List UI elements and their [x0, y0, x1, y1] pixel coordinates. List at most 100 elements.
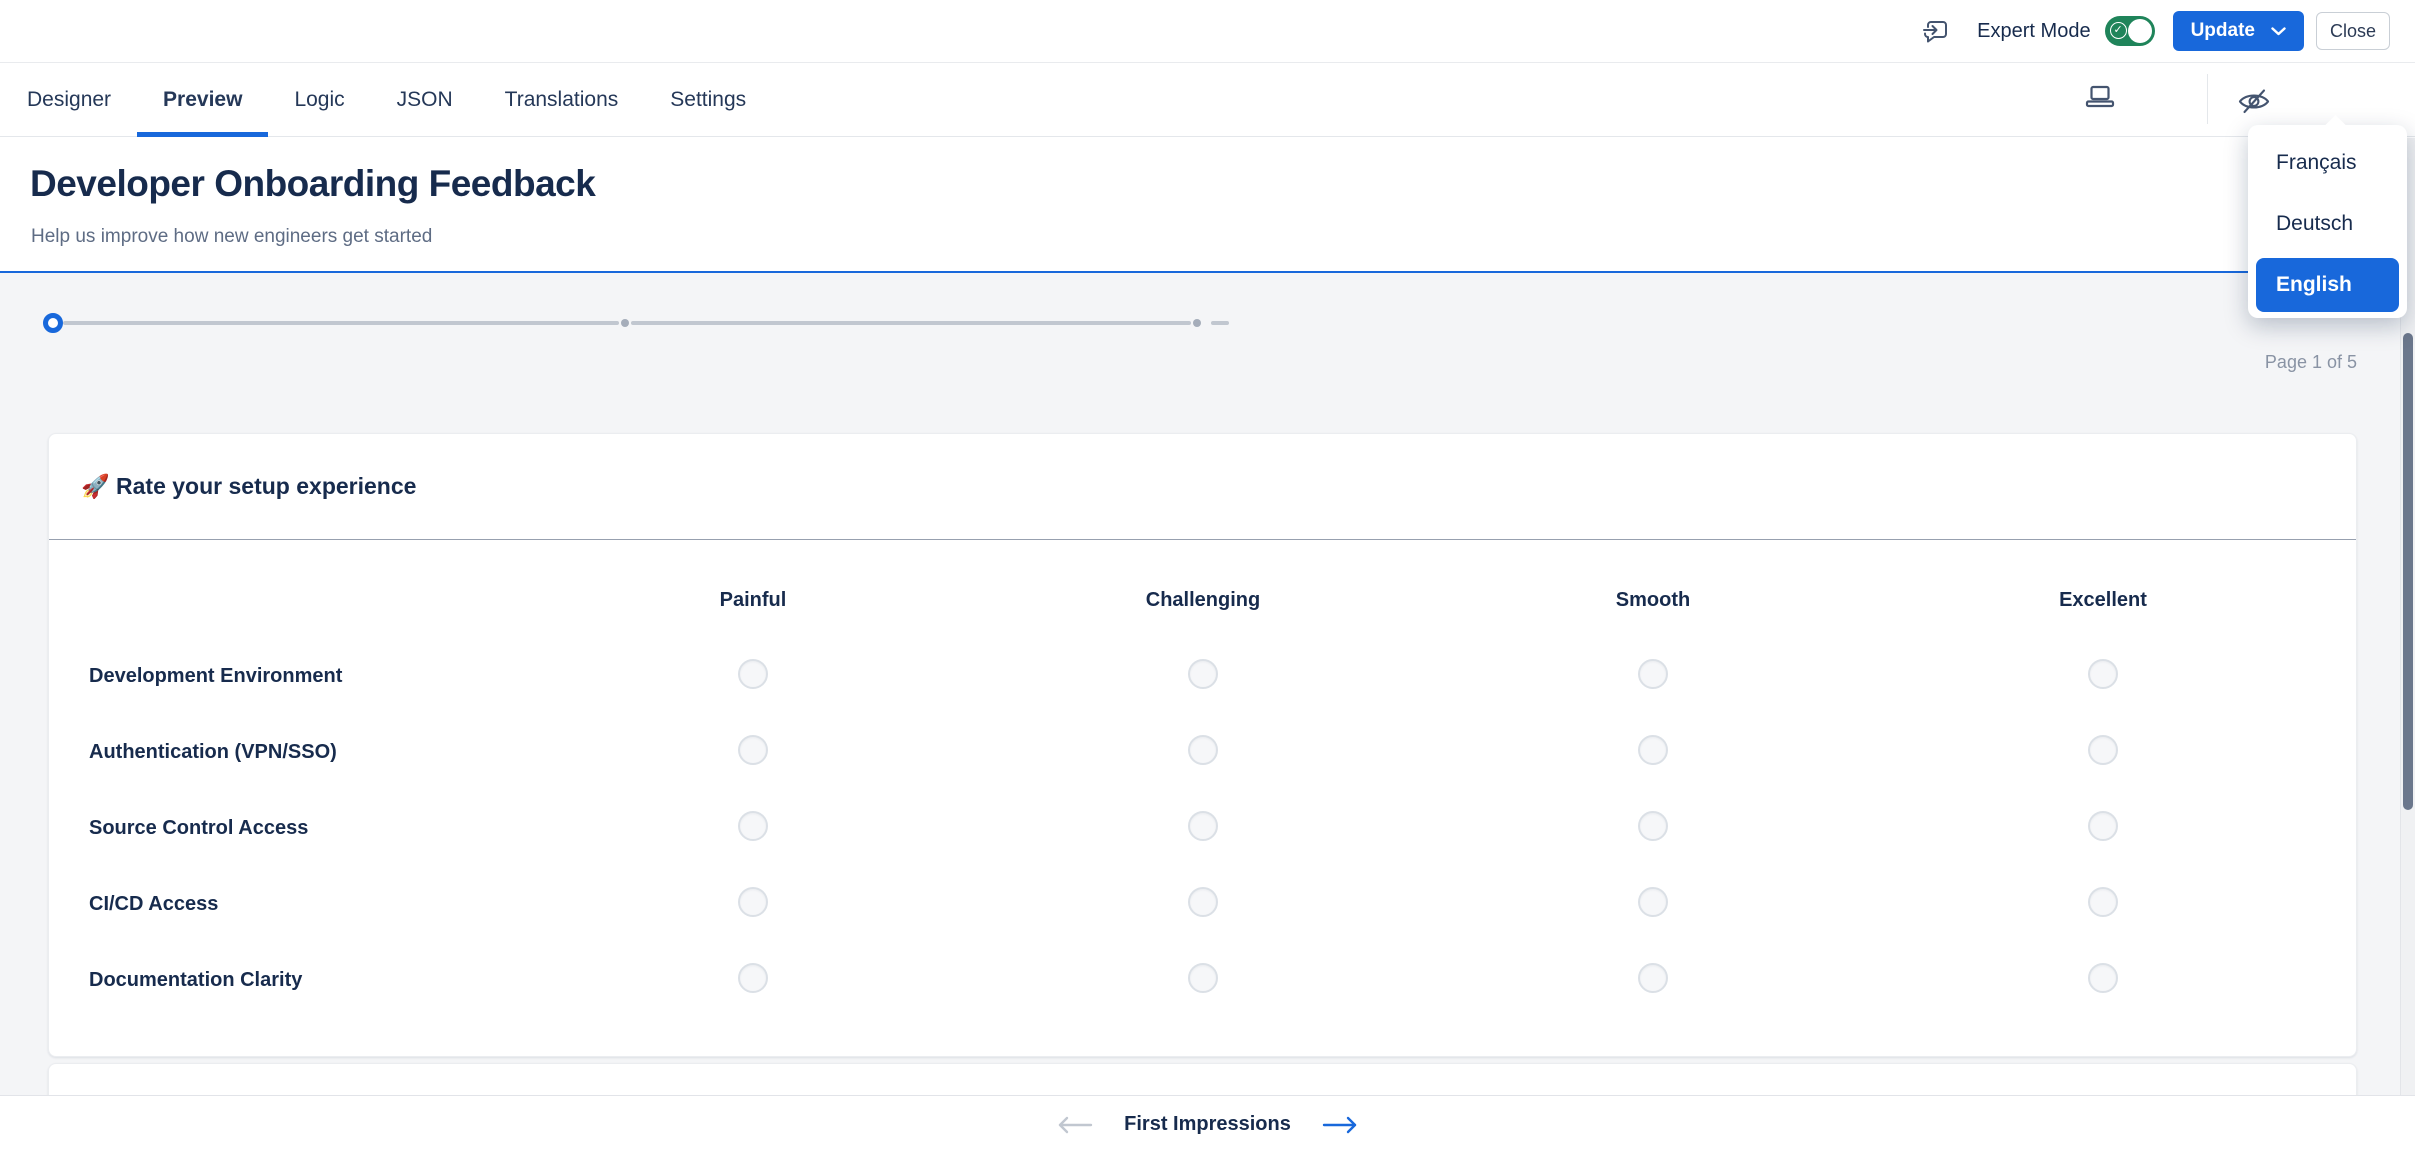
- matrix-cell: [528, 790, 978, 866]
- tab-settings[interactable]: Settings: [644, 63, 772, 137]
- top-bar: Expert Mode ✓ Update Close: [0, 0, 2415, 63]
- language-option-francais[interactable]: Français: [2256, 141, 2399, 185]
- matrix-cell: [1878, 638, 2328, 714]
- expert-mode-toggle[interactable]: ✓: [2105, 16, 2155, 46]
- next-page-arrow-icon[interactable]: [1321, 1116, 1359, 1134]
- tab-logic[interactable]: Logic: [268, 63, 370, 137]
- tab-translations[interactable]: Translations: [479, 63, 645, 137]
- tab-preview[interactable]: Preview: [137, 63, 268, 137]
- toggle-knob: [2128, 19, 2152, 43]
- question-title: 🚀 Rate your setup experience: [81, 473, 416, 500]
- matrix-radio[interactable]: [1188, 811, 1218, 841]
- matrix-cell: [978, 866, 1428, 942]
- matrix-radio[interactable]: [1188, 659, 1218, 689]
- update-button[interactable]: Update: [2173, 11, 2304, 51]
- update-button-label: Update: [2191, 20, 2255, 42]
- matrix-row: Documentation Clarity: [49, 942, 2356, 1018]
- matrix-radio[interactable]: [1638, 963, 1668, 993]
- matrix-row-label: Documentation Clarity: [49, 942, 528, 1018]
- matrix-radio[interactable]: [1188, 963, 1218, 993]
- matrix-radio[interactable]: [2088, 963, 2118, 993]
- page-subtitle: Help us improve how new engineers get st…: [31, 226, 432, 248]
- matrix-radio[interactable]: [738, 887, 768, 917]
- progress-segment: [631, 321, 1191, 325]
- matrix-cell: [528, 866, 978, 942]
- matrix-cell: [1878, 790, 2328, 866]
- matrix-radio[interactable]: [1188, 735, 1218, 765]
- matrix-cell: [528, 942, 978, 1018]
- matrix-cell: [1428, 714, 1878, 790]
- matrix-corner-cell: [49, 540, 528, 638]
- tab-list: DesignerPreviewLogicJSONTranslationsSett…: [27, 63, 772, 137]
- matrix-cell: [1428, 638, 1878, 714]
- top-bar-actions: Expert Mode ✓ Update Close: [1923, 11, 2390, 51]
- matrix-column-header: Painful: [528, 540, 978, 638]
- matrix-cell: [1878, 866, 2328, 942]
- matrix-row-label: Development Environment: [49, 638, 528, 714]
- matrix-row: Development Environment: [49, 638, 2356, 714]
- matrix-cell: [1878, 942, 2328, 1018]
- matrix-radio[interactable]: [1638, 735, 1668, 765]
- matrix-row-label: Source Control Access: [49, 790, 528, 866]
- question-card: 🚀 Rate your setup experience PainfulChal…: [48, 433, 2357, 1057]
- expert-mode-label: Expert Mode: [1977, 20, 2090, 43]
- matrix-column-header: Excellent: [1878, 540, 2328, 638]
- laptop-icon[interactable]: [2083, 85, 2117, 109]
- progress-current-marker: [43, 313, 63, 333]
- matrix-radio[interactable]: [738, 659, 768, 689]
- eye-off-icon[interactable]: [2237, 87, 2271, 115]
- matrix-row-label: Authentication (VPN/SSO): [49, 714, 528, 790]
- matrix-radio[interactable]: [2088, 659, 2118, 689]
- matrix-radio[interactable]: [738, 811, 768, 841]
- language-dropdown-list: Français Deutsch English: [2256, 141, 2399, 312]
- toolbar-divider: [2207, 74, 2208, 124]
- progress-bar: [43, 313, 1229, 333]
- close-button[interactable]: Close: [2316, 12, 2390, 50]
- matrix-radio[interactable]: [1638, 887, 1668, 917]
- progress-segment-end: [1211, 321, 1229, 325]
- feedback-icon[interactable]: [1923, 18, 1951, 44]
- matrix-row: CI/CD Access: [49, 866, 2356, 942]
- matrix-radio[interactable]: [738, 735, 768, 765]
- matrix-cell: [528, 714, 978, 790]
- language-option-english[interactable]: English: [2256, 258, 2399, 312]
- scrollbar-thumb[interactable]: [2403, 333, 2413, 810]
- matrix-cell: [978, 790, 1428, 866]
- page-title: Developer Onboarding Feedback: [30, 163, 595, 205]
- current-page-title: First Impressions: [1124, 1113, 1291, 1136]
- survey-header: Developer Onboarding Feedback Help us im…: [0, 138, 2415, 273]
- app-root: Expert Mode ✓ Update Close DesignerPrevi…: [0, 0, 2415, 1153]
- matrix-radio[interactable]: [2088, 887, 2118, 917]
- matrix-radio[interactable]: [2088, 735, 2118, 765]
- matrix-row: Source Control Access: [49, 790, 2356, 866]
- question-header: 🚀 Rate your setup experience: [49, 434, 2356, 540]
- matrix-column-header: Smooth: [1428, 540, 1878, 638]
- tab-designer[interactable]: Designer: [27, 63, 137, 137]
- preview-content: Page 1 of 5 🚀 Rate your setup experience…: [0, 273, 2415, 1095]
- matrix-cell: [978, 638, 1428, 714]
- matrix-cell: [978, 942, 1428, 1018]
- matrix-column-header: Challenging: [978, 540, 1428, 638]
- matrix-radio[interactable]: [738, 963, 768, 993]
- language-option-deutsch[interactable]: Deutsch: [2256, 202, 2399, 246]
- tab-json[interactable]: JSON: [371, 63, 479, 137]
- matrix-cell: [1428, 790, 1878, 866]
- toggle-check-icon: ✓: [2110, 22, 2127, 39]
- progress-page-dot: [621, 319, 629, 327]
- matrix-row-label: CI/CD Access: [49, 866, 528, 942]
- matrix-radio[interactable]: [1188, 887, 1218, 917]
- progress-segment: [63, 321, 619, 325]
- matrix-cell: [1428, 942, 1878, 1018]
- progress-page-dot: [1193, 319, 1201, 327]
- matrix-radio[interactable]: [1638, 659, 1668, 689]
- matrix-table: PainfulChallengingSmoothExcellent Develo…: [49, 540, 2356, 1018]
- matrix-cell: [1428, 866, 1878, 942]
- matrix-cell: [1878, 714, 2328, 790]
- matrix-row: Authentication (VPN/SSO): [49, 714, 2356, 790]
- prev-page-arrow-icon[interactable]: [1056, 1116, 1094, 1134]
- tab-bar: DesignerPreviewLogicJSONTranslationsSett…: [0, 63, 2415, 137]
- language-dropdown: Français Deutsch English: [2248, 125, 2407, 318]
- matrix-radio[interactable]: [1638, 811, 1668, 841]
- matrix-radio[interactable]: [2088, 811, 2118, 841]
- chevron-down-icon: [2271, 27, 2286, 36]
